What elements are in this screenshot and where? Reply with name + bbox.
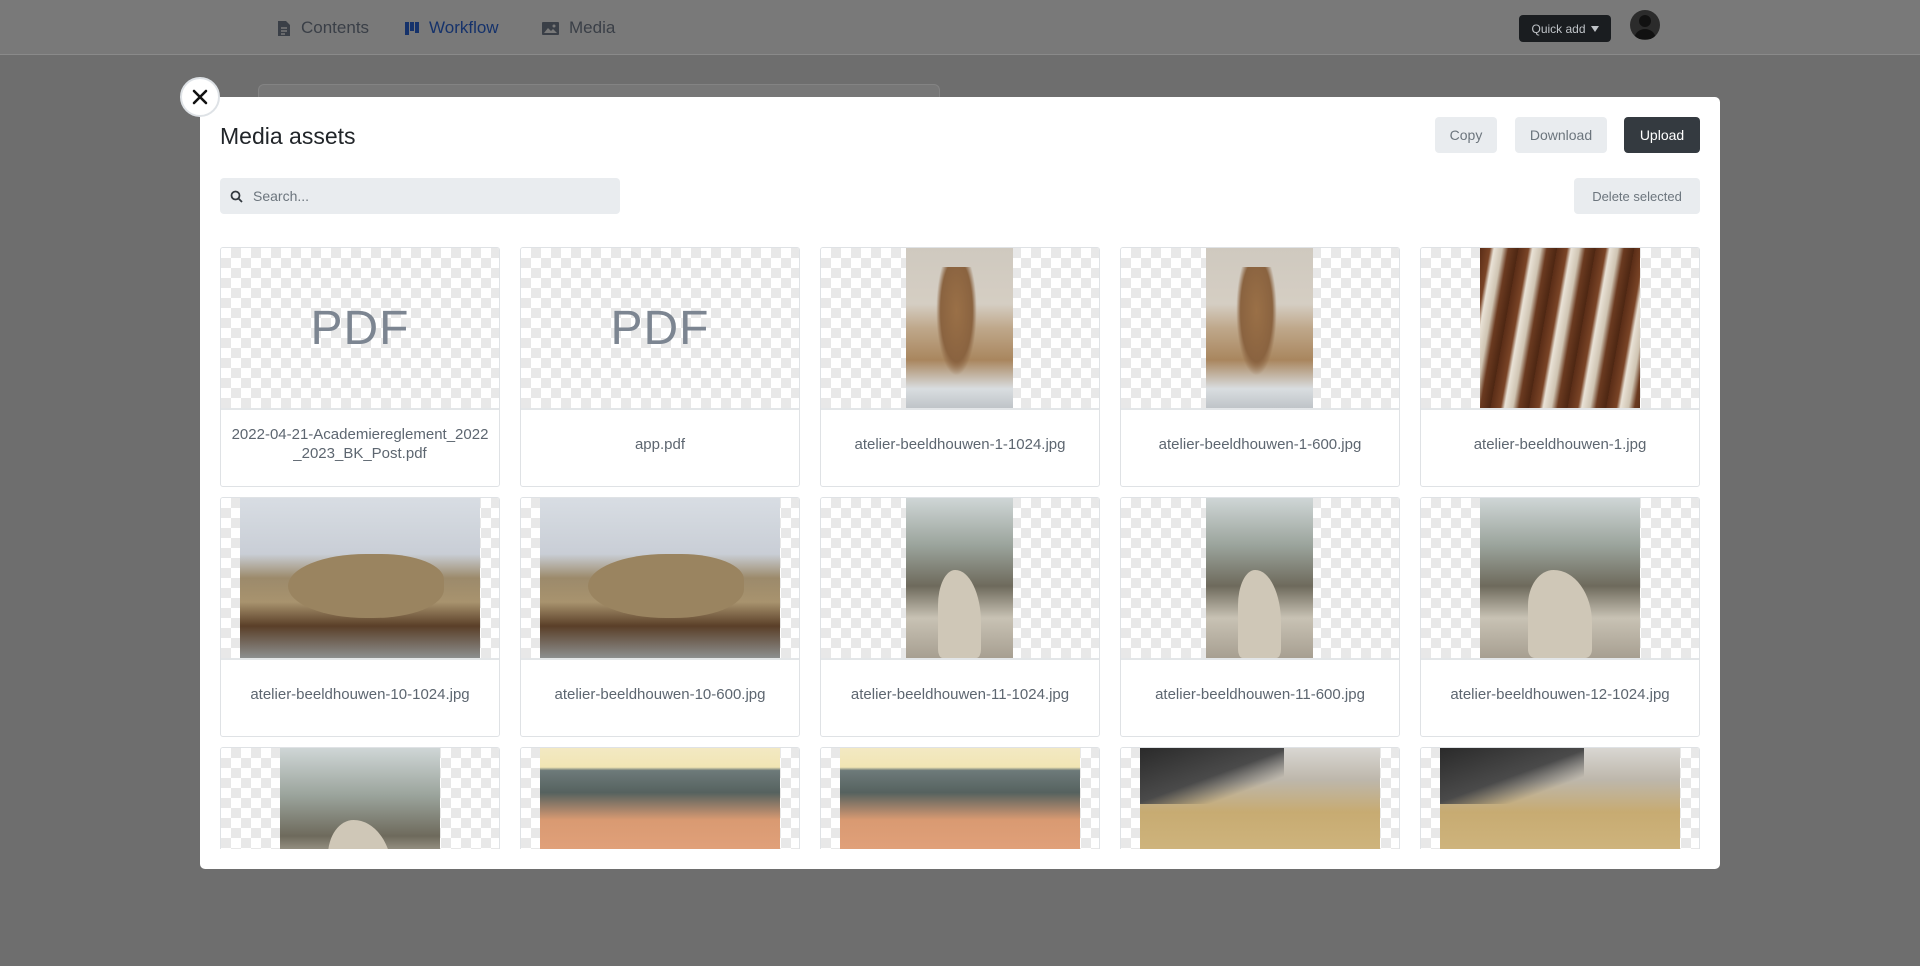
media-assets-modal: Media assets Copy Download Upload Delete… (200, 97, 1720, 869)
asset-thumbnail (521, 748, 799, 849)
asset-image (540, 748, 780, 849)
modal-title: Media assets (220, 123, 356, 149)
close-icon (192, 89, 208, 105)
search-icon (230, 190, 243, 203)
asset-image (1440, 748, 1680, 849)
asset-filename: app.pdf (634, 435, 686, 453)
asset-image (1206, 498, 1313, 658)
asset-thumbnail (1121, 248, 1399, 410)
asset-thumbnail (1421, 498, 1699, 660)
asset-thumbnail (221, 498, 499, 660)
image-icon (542, 21, 559, 35)
asset-filename: atelier-beeldhouwen-11-1024.jpg (850, 685, 1070, 703)
asset-card[interactable]: PDF 2022-04-21-Academiereglement_2022_20… (220, 247, 500, 487)
close-button[interactable] (180, 77, 220, 117)
nav-item-workflow[interactable]: Workflow (404, 18, 499, 38)
quick-add-button[interactable]: Quick add (1519, 15, 1611, 42)
asset-card[interactable]: atelier-beeldhouwen-1-1024.jpg (820, 247, 1100, 487)
asset-image (240, 498, 480, 658)
asset-card[interactable]: atelier-beeldhouwen-1.jpg (1420, 247, 1700, 487)
top-navigation: Contents Workflow Media Quick add (0, 0, 1920, 55)
caret-down-icon (1590, 25, 1599, 32)
asset-card[interactable]: atelier-beeldhouwen-11-1024.jpg (820, 497, 1100, 737)
asset-card[interactable]: atelier-beeldhouwen-12-1024.jpg (1420, 497, 1700, 737)
nav-item-label: Contents (301, 18, 370, 37)
asset-image (840, 748, 1080, 849)
avatar[interactable] (1630, 10, 1660, 40)
asset-grid: PDF 2022-04-21-Academiereglement_2022_20… (220, 247, 1700, 849)
asset-thumbnail (821, 248, 1099, 410)
asset-filename: atelier-beeldhouwen-10-600.jpg (554, 685, 766, 703)
nav-item-media[interactable]: Media (541, 18, 615, 38)
nav-item-label: Workflow (429, 18, 499, 37)
document-icon (278, 20, 290, 36)
search-input[interactable] (253, 188, 593, 204)
asset-card[interactable]: atelier-beeldhouwen-1-600.jpg (1120, 247, 1400, 487)
asset-thumbnail: PDF (221, 248, 499, 410)
asset-image (906, 498, 1013, 658)
asset-card[interactable] (520, 747, 800, 849)
asset-card[interactable]: atelier-beeldhouwen-11-600.jpg (1120, 497, 1400, 737)
asset-thumbnail (521, 498, 799, 660)
asset-image (280, 748, 440, 849)
asset-filename: atelier-beeldhouwen-11-600.jpg (1155, 685, 1365, 703)
nav-item-label: Media (569, 18, 616, 37)
asset-thumbnail (821, 748, 1099, 849)
upload-button[interactable]: Upload (1624, 117, 1700, 153)
asset-image (1206, 248, 1313, 408)
asset-filename: 2022-04-21-Academiereglement_2022_2023_B… (231, 426, 489, 462)
asset-image (1140, 748, 1380, 849)
quick-add-label: Quick add (1531, 21, 1586, 36)
search-field[interactable] (220, 178, 620, 214)
asset-card[interactable] (1420, 747, 1700, 849)
asset-card[interactable]: atelier-beeldhouwen-10-600.jpg (520, 497, 800, 737)
delete-selected-button[interactable]: Delete selected (1574, 178, 1700, 214)
asset-card[interactable] (1120, 747, 1400, 849)
asset-thumbnail: PDF (521, 248, 799, 410)
asset-filename: atelier-beeldhouwen-1-600.jpg (1158, 435, 1362, 453)
asset-thumbnail (1121, 748, 1399, 849)
asset-card[interactable] (220, 747, 500, 849)
pdf-badge: PDF (610, 301, 710, 355)
nav-item-contents[interactable]: Contents (276, 18, 369, 38)
download-button[interactable]: Download (1515, 117, 1607, 153)
asset-thumbnail (221, 748, 499, 849)
asset-thumbnail (1121, 498, 1399, 660)
asset-card[interactable]: atelier-beeldhouwen-10-1024.jpg (220, 497, 500, 737)
asset-filename: atelier-beeldhouwen-12-1024.jpg (1450, 685, 1670, 703)
asset-filename: atelier-beeldhouwen-1.jpg (1473, 435, 1647, 453)
user-icon (1634, 15, 1656, 39)
copy-button[interactable]: Copy (1435, 117, 1497, 153)
asset-image (1480, 498, 1640, 658)
asset-thumbnail (821, 498, 1099, 660)
asset-thumbnail (1421, 248, 1699, 410)
asset-filename: atelier-beeldhouwen-1-1024.jpg (854, 435, 1066, 453)
asset-card[interactable]: PDF app.pdf (520, 247, 800, 487)
asset-thumbnail (1421, 748, 1699, 849)
kanban-icon (405, 21, 419, 35)
asset-card[interactable] (820, 747, 1100, 849)
asset-image (1480, 248, 1640, 408)
asset-image (906, 248, 1013, 408)
asset-filename: atelier-beeldhouwen-10-1024.jpg (250, 685, 470, 703)
asset-image (540, 498, 780, 658)
pdf-badge: PDF (310, 301, 410, 355)
